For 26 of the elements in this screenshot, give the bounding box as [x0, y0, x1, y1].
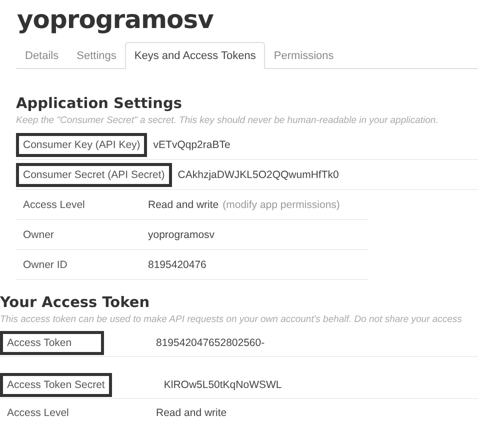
section-description: Keep the "Consumer Secret" a secret. This key should never be human-readable in your application.: [16, 115, 440, 126]
field-value: Read and write: [156, 406, 227, 418]
field-label: Consumer Secret (API Secret): [16, 162, 172, 186]
field-value: 8195420476: [148, 258, 206, 270]
field-label: Owner: [22, 228, 55, 242]
field-value: 819542047652802560-: [156, 336, 265, 348]
section-description: This access token can be used to make API requests on your own account's behalf. Do not share your access: [0, 314, 463, 325]
section-heading: Application Settings: [16, 95, 183, 113]
field-value: yoprogramosv: [148, 228, 215, 240]
field-value: Read and write: [148, 198, 219, 210]
permissions-link[interactable]: (modify app permissions): [222, 198, 340, 210]
field-value: vETvQqp2raBTe: [153, 138, 230, 150]
field-value: CAkhzjaDWJKL5O2QQwumHfTk0: [178, 168, 339, 180]
tab[interactable]: Keys and Access Tokens: [125, 42, 265, 69]
tab[interactable]: Settings: [68, 42, 126, 69]
field-value: KlROw5L50tKqNoWSWL: [164, 378, 282, 390]
tab[interactable]: Permissions: [264, 42, 343, 69]
field-label: Access Token: [0, 330, 104, 354]
field-label: Owner ID: [22, 258, 68, 272]
app-title: yoprogramosv: [17, 4, 214, 36]
tab[interactable]: Details: [16, 42, 68, 69]
field-label: Access Token Secret: [0, 372, 112, 396]
field-label: Access Level: [22, 198, 86, 212]
field-label: Access Level: [6, 406, 70, 420]
section-heading: Your Access Token: [0, 294, 151, 312]
field-label: Consumer Key (API Key): [16, 132, 148, 156]
